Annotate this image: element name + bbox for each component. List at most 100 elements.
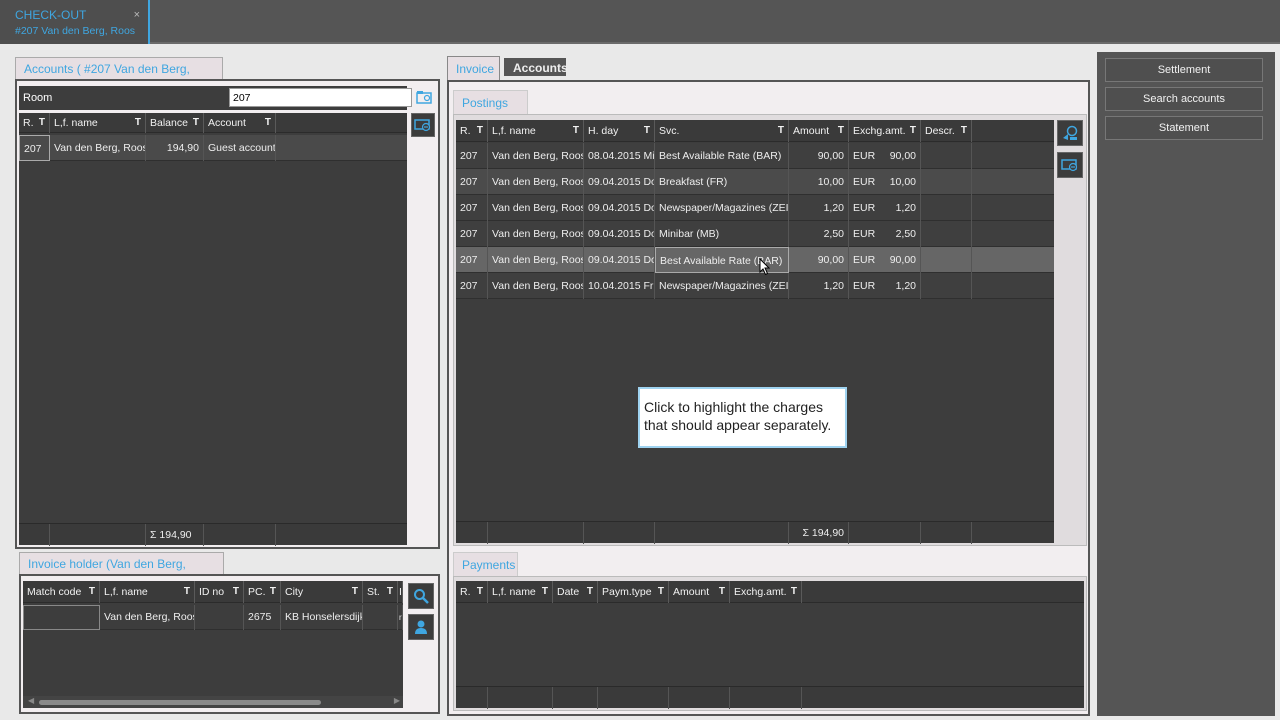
invoice-holder-header: Invoice holder (Van den Berg, Roos): [19, 552, 224, 593]
cell-descr: [921, 143, 972, 169]
tab-title: CHECK-OUT: [15, 8, 87, 22]
cell-name: Van den Berg, Roos: [488, 221, 584, 247]
cell-match-code: [23, 605, 100, 630]
accounts-sum: Σ 194,90: [146, 524, 204, 546]
tab-invoice[interactable]: Invoice: [447, 56, 500, 80]
search-icon[interactable]: [408, 583, 434, 609]
tab-accounts[interactable]: Accounts: [504, 58, 568, 76]
folder-search-icon[interactable]: [414, 87, 436, 107]
cell-room: 207: [456, 247, 488, 273]
top-bar: [0, 0, 1280, 44]
cell-city: KB Honselersdijk: [281, 605, 363, 630]
room-input[interactable]: [229, 88, 412, 107]
table-row[interactable]: 207 Van den Berg, Roos 10.04.2015 Fr New…: [456, 273, 1054, 299]
cell-more: r: [398, 605, 403, 630]
table-row[interactable]: 207 Van den Berg, Roos 08.04.2015 Mi Bes…: [456, 143, 1054, 169]
horizontal-scrollbar[interactable]: ◀ ▶: [23, 696, 403, 708]
payments-grid-header: R. T L,f. name T Date T Paym.type T Amount T …: [456, 581, 1084, 603]
cell-amount: 90,00: [789, 247, 849, 273]
col-header-state[interactable]: St. T: [363, 581, 398, 603]
table-row[interactable]: 207 Van den Berg, Roos 09.04.2015 Do Min…: [456, 221, 1054, 247]
col-header-hday[interactable]: H. day T: [584, 120, 655, 142]
user-icon[interactable]: [408, 614, 434, 640]
col-header-name[interactable]: L,f. name T: [50, 113, 146, 133]
col-header-room[interactable]: R. T: [456, 120, 488, 142]
payments-header: Payments: [453, 552, 518, 576]
col-header-city[interactable]: City T: [281, 581, 363, 603]
col-header-id[interactable]: ID no T: [195, 581, 244, 603]
cell-hday: 09.04.2015 Do: [584, 169, 655, 195]
col-header-amount[interactable]: Amount T: [789, 120, 849, 142]
table-row[interactable]: Van den Berg, Roos 2675 KB Honselersdijk…: [23, 605, 403, 630]
cell-room: 207: [456, 169, 488, 195]
cell-name: Van den Berg, Roos: [100, 605, 195, 630]
col-header-balance[interactable]: Balance T: [146, 113, 204, 133]
search-accounts-button[interactable]: Search accounts: [1105, 87, 1263, 111]
postings-grid-header: R. T L,f. name T H. day T Svc. T Amount T Exc…: [456, 120, 1054, 142]
cell-svc: Best Available Rate (BAR): [655, 143, 789, 169]
accounts-grid-header: R. T L,f. name T Balance T Account T: [19, 113, 407, 133]
tab-check-out[interactable]: CHECK-OUT #207 Van den Berg, Roos ×: [0, 0, 150, 44]
cell-hday: 10.04.2015 Fr: [584, 273, 655, 299]
cell-svc: Newspaper/Magazines (ZEI): [655, 195, 789, 221]
cell-descr: [921, 195, 972, 221]
invoice-holder-rows: Van den Berg, Roos 2675 KB Honselersdijk…: [23, 605, 403, 630]
col-header-more[interactable]: I: [398, 581, 403, 603]
col-header-exchg[interactable]: Exchg.amt. T: [730, 581, 802, 603]
accounts-rows: 207 Van den Berg, Roos 194,90 Guest acco…: [19, 135, 407, 161]
cell-amount: 90,00: [789, 143, 849, 169]
settlement-button[interactable]: Settlement: [1105, 58, 1263, 82]
col-header-pc[interactable]: PC. T: [244, 581, 281, 603]
statement-button[interactable]: Statement: [1105, 116, 1263, 140]
close-icon[interactable]: ×: [134, 9, 140, 21]
invoice-holder-grid-header: Match code T L,f. name T ID no T PC. T City T…: [23, 581, 403, 603]
split-charges-icon[interactable]: [1057, 120, 1083, 146]
col-header-svc[interactable]: Svc. T: [655, 120, 789, 142]
table-row-highlighted[interactable]: 207 Van den Berg, Roos 09.04.2015 Do Bes…: [456, 247, 1054, 273]
scroll-left-icon[interactable]: ◀: [28, 696, 34, 705]
col-header-name[interactable]: L,f. name T: [100, 581, 195, 603]
cell-descr: [921, 247, 972, 273]
cell-svc: Breakfast (FR): [655, 169, 789, 195]
postings-footer: Σ 194,90: [456, 521, 1054, 544]
room-label: Room: [23, 92, 53, 104]
col-header-exchg[interactable]: Exchg.amt. T: [849, 120, 921, 142]
postings-sum: Σ 194,90: [789, 522, 849, 544]
scrollbar-thumb[interactable]: [39, 700, 321, 705]
col-header-paym-type[interactable]: Paym.type T: [598, 581, 669, 603]
postings-rows: 207 Van den Berg, Roos 08.04.2015 Mi Bes…: [456, 143, 1054, 299]
table-row[interactable]: 207 Van den Berg, Roos 194,90 Guest acco…: [19, 135, 407, 161]
filter-remove-icon[interactable]: [411, 113, 435, 137]
table-row[interactable]: 207 Van den Berg, Roos 09.04.2015 Do Bre…: [456, 169, 1054, 195]
cell-balance: 194,90: [146, 135, 204, 161]
cell-pc: 2675: [244, 605, 281, 630]
cell-hday: 08.04.2015 Mi: [584, 143, 655, 169]
col-header-account[interactable]: Account T: [204, 113, 276, 133]
payments-grid: R. T L,f. name T Date T Paym.type T Amount T …: [456, 581, 1084, 709]
table-row[interactable]: 207 Van den Berg, Roos 09.04.2015 Do New…: [456, 195, 1054, 221]
cell-exchg: EUR 90,00: [849, 143, 921, 169]
col-header-amount[interactable]: Amount T: [669, 581, 730, 603]
action-buttons: Settlement Search accounts Statement: [1105, 58, 1263, 145]
postings-header: Postings: [453, 90, 528, 114]
cell-exchg: EUR 1,20: [849, 195, 921, 221]
cell-amount: 1,20: [789, 273, 849, 299]
filter-remove-icon[interactable]: [1057, 152, 1083, 178]
cell-descr: [921, 273, 972, 299]
cell-svc: Newspaper/Magazines (ZEI): [655, 273, 789, 299]
cell-exchg: EUR 90,00: [849, 247, 921, 273]
col-header-date[interactable]: Date T: [553, 581, 598, 603]
scroll-right-icon[interactable]: ▶: [394, 696, 400, 705]
payments-footer: [456, 686, 1084, 709]
cell-room: 207: [456, 143, 488, 169]
cell-exchg: EUR 2,50: [849, 221, 921, 247]
col-header-match-code[interactable]: Match code T: [23, 581, 100, 603]
col-header-name[interactable]: L,f. name T: [488, 120, 584, 142]
col-header-name[interactable]: L,f. name T: [488, 581, 553, 603]
col-header-descr[interactable]: Descr. T: [921, 120, 972, 142]
cell-descr: [921, 221, 972, 247]
col-header-room[interactable]: R. T: [19, 113, 50, 133]
cell-amount: 10,00: [789, 169, 849, 195]
col-header-room[interactable]: R. T: [456, 581, 488, 603]
cell-hday: 09.04.2015 Do: [584, 247, 655, 273]
